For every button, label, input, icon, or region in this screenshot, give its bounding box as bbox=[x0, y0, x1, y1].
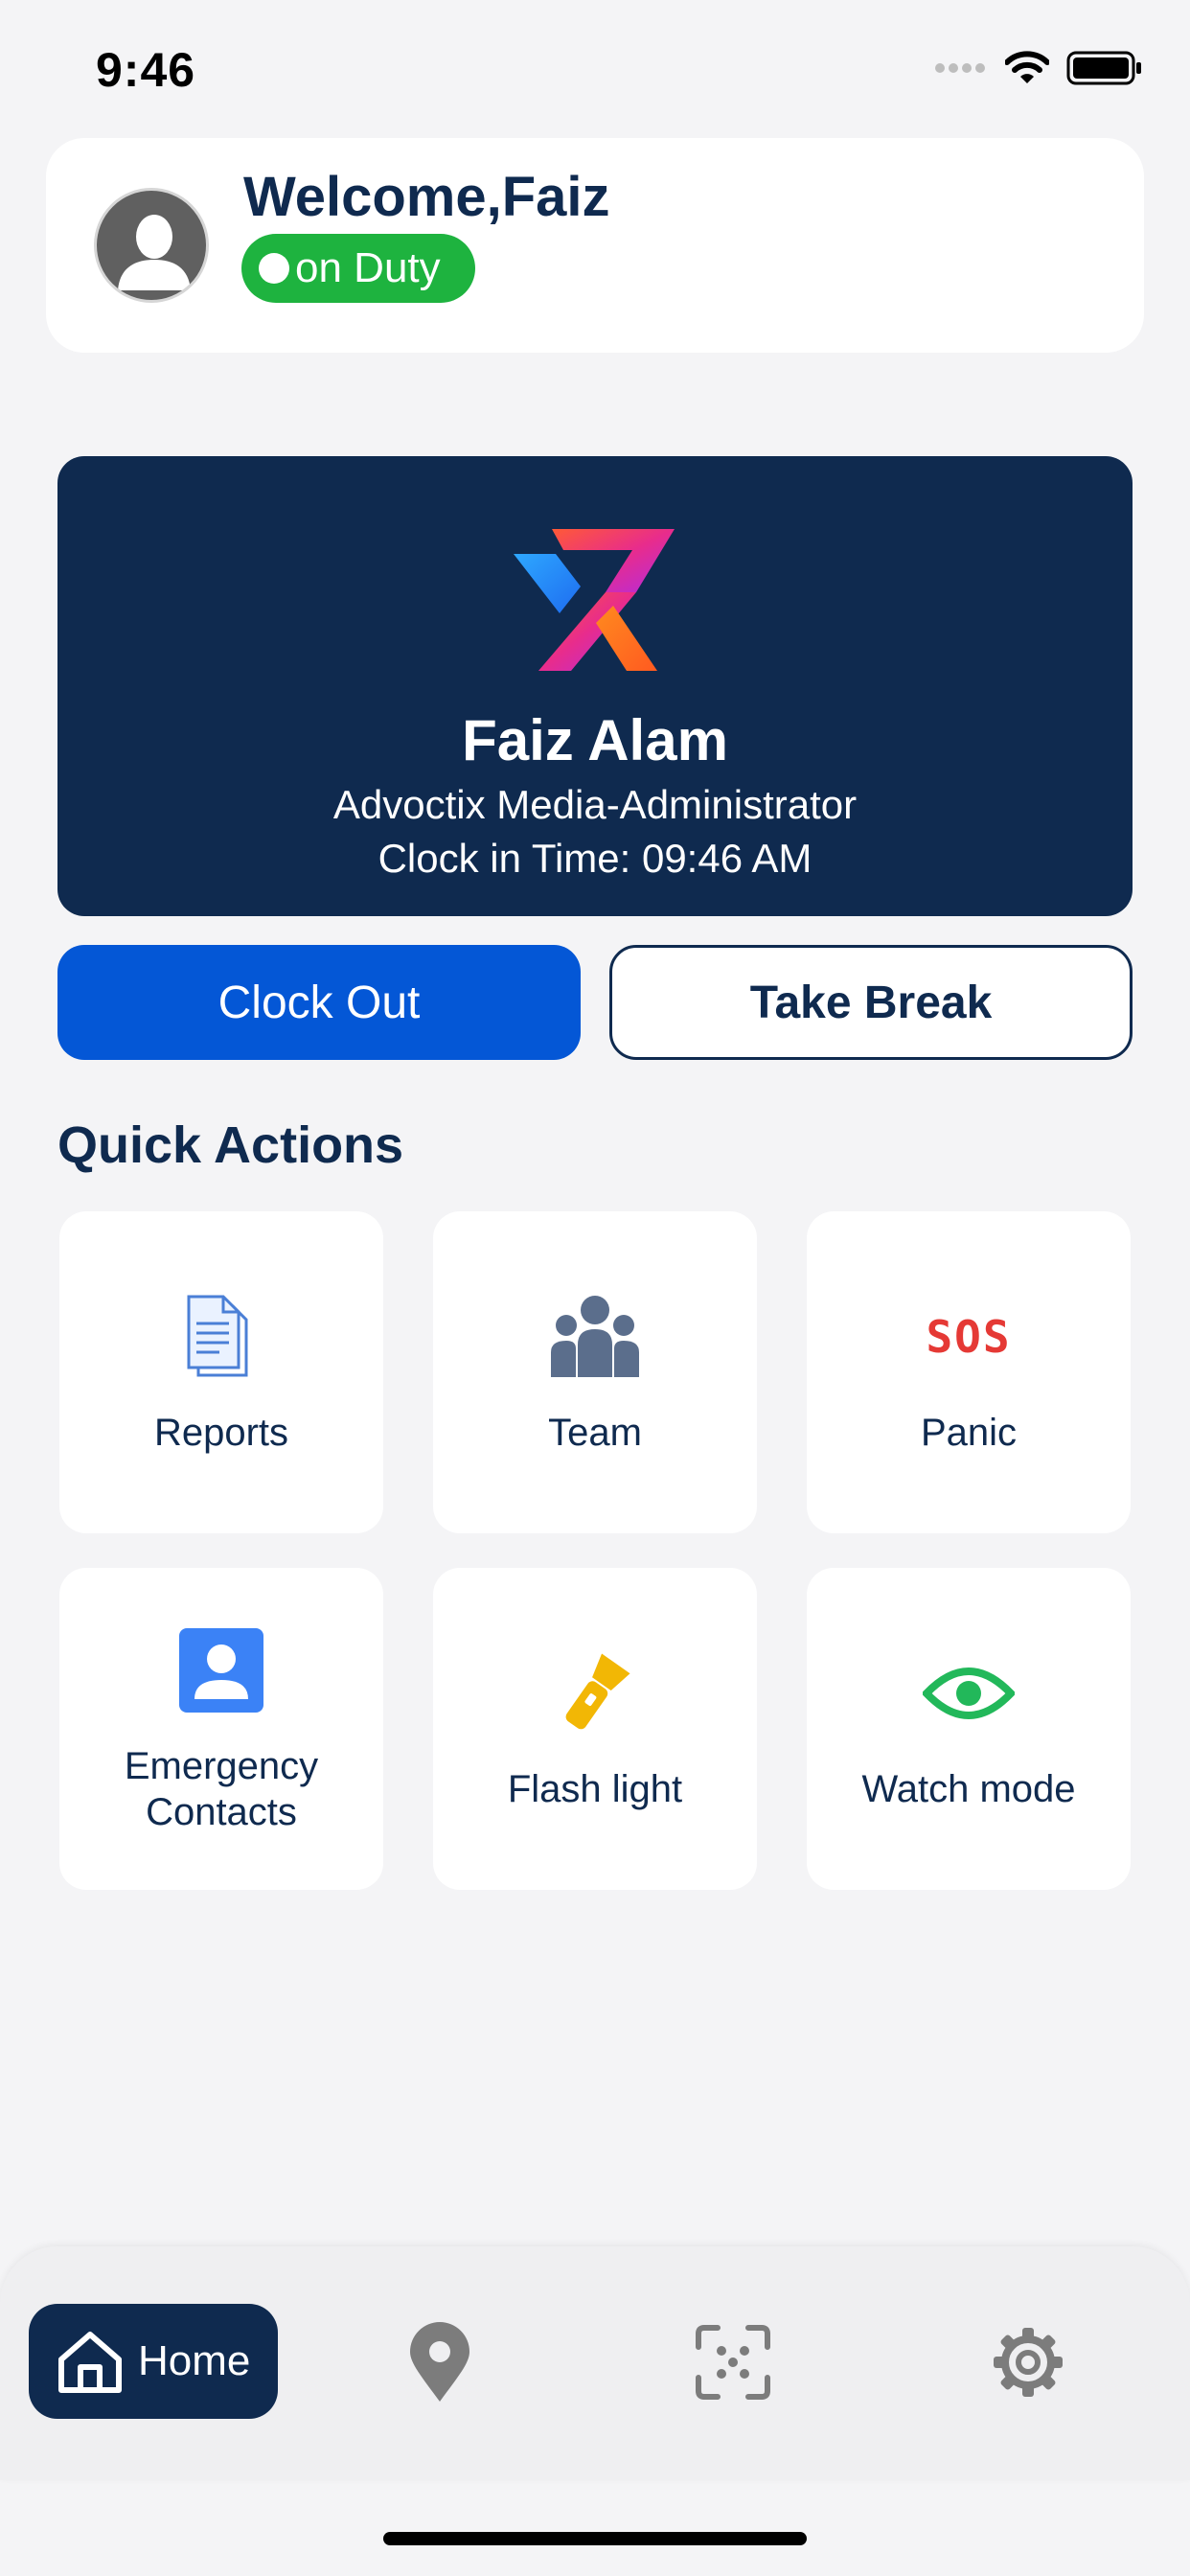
tile-watch-mode[interactable]: Watch mode bbox=[807, 1568, 1131, 1890]
nav-location-button[interactable] bbox=[397, 2319, 483, 2405]
scan-icon bbox=[696, 2325, 770, 2400]
sos-icon: SOS bbox=[921, 1289, 1017, 1385]
clock-out-button[interactable]: Clock Out bbox=[57, 945, 581, 1060]
document-icon bbox=[173, 1289, 269, 1385]
profile-card: Faiz Alam Advoctix Media-Administrator C… bbox=[57, 456, 1133, 916]
home-indicator bbox=[383, 2532, 807, 2545]
take-break-button[interactable]: Take Break bbox=[609, 945, 1133, 1060]
tile-label: Watch mode bbox=[861, 1768, 1076, 1810]
nav-home-button[interactable]: Home bbox=[29, 2304, 278, 2419]
home-icon bbox=[58, 2332, 122, 2393]
battery-icon bbox=[1066, 51, 1141, 85]
tile-label: Panic bbox=[920, 1412, 1018, 1454]
clock-in-time: Clock in Time: 09:46 AM bbox=[378, 836, 812, 881]
bottom-nav: Home bbox=[0, 2246, 1190, 2480]
flashlight-icon bbox=[547, 1645, 643, 1741]
tile-label: Flash light bbox=[507, 1768, 683, 1810]
header-card: Welcome,Faiz on Duty bbox=[46, 138, 1144, 353]
location-pin-icon bbox=[410, 2322, 469, 2402]
tile-panic[interactable]: SOS Panic bbox=[807, 1211, 1131, 1533]
tile-reports[interactable]: Reports bbox=[59, 1211, 383, 1533]
status-icons bbox=[934, 50, 1143, 86]
tile-label: Emergency Contacts bbox=[124, 1745, 319, 1833]
tile-emergency-contacts[interactable]: Emergency Contacts bbox=[59, 1568, 383, 1890]
nav-settings-button[interactable] bbox=[985, 2319, 1071, 2405]
nav-scan-button[interactable] bbox=[690, 2319, 776, 2405]
tile-flash-light[interactable]: Flash light bbox=[433, 1568, 757, 1890]
duty-status-badge: on Duty bbox=[241, 234, 475, 303]
duty-status-text: on Duty bbox=[295, 244, 441, 291]
profile-organization: Advoctix Media-Administrator bbox=[332, 782, 858, 827]
sos-text: SOS bbox=[926, 1311, 1012, 1363]
nav-home-label: Home bbox=[138, 2337, 251, 2384]
welcome-text: Welcome,Faiz bbox=[243, 166, 610, 228]
signal-icon bbox=[935, 63, 985, 73]
eye-icon bbox=[921, 1645, 1017, 1741]
avatar[interactable] bbox=[94, 188, 209, 303]
status-dot-icon bbox=[259, 253, 289, 284]
user-avatar-icon bbox=[118, 215, 191, 290]
wifi-icon bbox=[1005, 51, 1049, 83]
company-logo-icon bbox=[514, 529, 675, 671]
status-time: 9:46 bbox=[96, 43, 196, 97]
contact-icon bbox=[173, 1622, 269, 1718]
profile-name: Faiz Alam bbox=[462, 708, 728, 772]
team-icon bbox=[547, 1289, 643, 1385]
tile-team[interactable]: Team bbox=[433, 1211, 757, 1533]
tile-label: Team bbox=[548, 1412, 642, 1454]
tile-label: Reports bbox=[153, 1412, 289, 1454]
quick-actions-title: Quick Actions bbox=[57, 1116, 404, 1174]
gear-icon bbox=[994, 2328, 1063, 2397]
